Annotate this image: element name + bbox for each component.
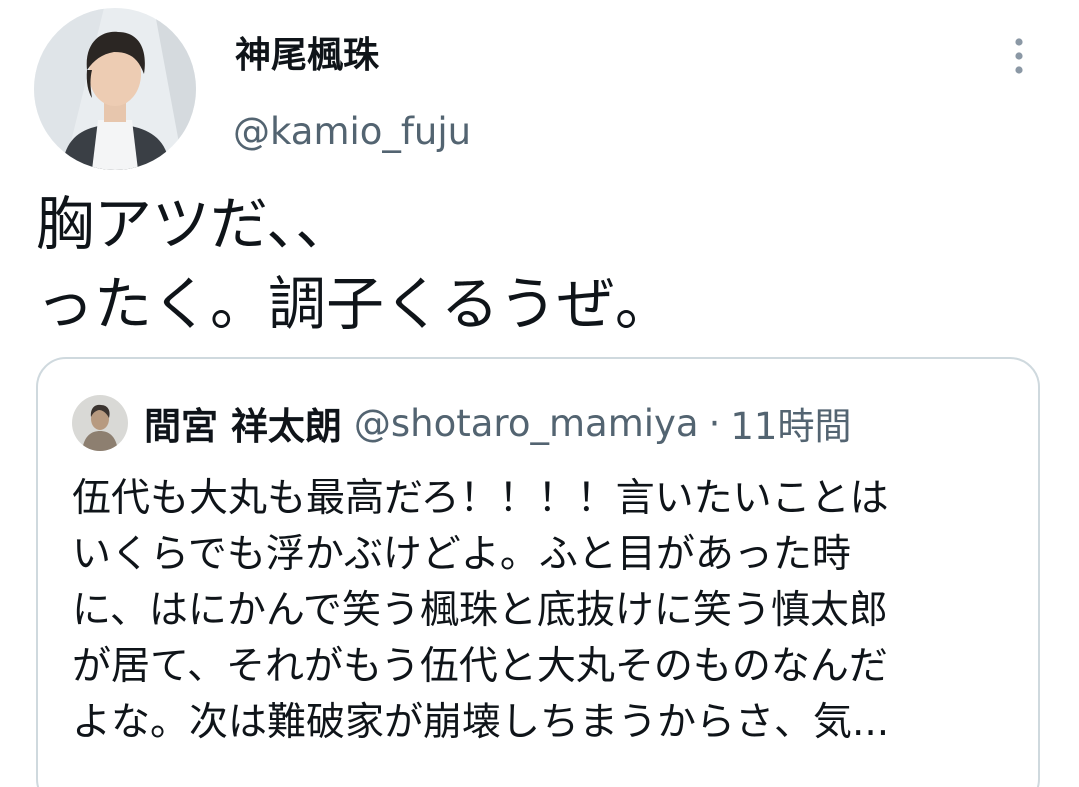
tweet-text-line: 胸アツだ、、 xyxy=(36,190,354,258)
author-handle[interactable]: @kamio_fuju xyxy=(233,109,471,155)
quoted-tweet-card[interactable]: 間宮 祥太朗 @shotaro_mamiya · 11時間 伍代も大丸も最高だろ… xyxy=(36,357,1040,787)
quoted-author-avatar xyxy=(72,395,128,451)
quoted-text-line: よな。次は難破家が崩壊しちまうからさ、気... xyxy=(72,700,890,745)
quoted-text-line: いくらでも浮かぶけどよ。ふと目があった時 xyxy=(72,532,851,577)
author-display-name[interactable]: 神尾楓珠 xyxy=(235,34,379,78)
more-options-button[interactable] xyxy=(1000,34,1038,78)
author-avatar[interactable] xyxy=(34,8,196,170)
quoted-author-handle: @shotaro_mamiya xyxy=(353,401,699,445)
tweet-text: 胸アツだ、、 ったく。調子くるうぜ。 xyxy=(36,184,1036,344)
quoted-author-avatar-image xyxy=(72,395,128,451)
quoted-tweet-text: 伍代も大丸も最高だろ！！！！言いたいことは いくらでも浮かぶけどよ。ふと目があっ… xyxy=(72,471,1012,751)
more-vertical-icon xyxy=(1015,38,1023,74)
tweet: 神尾楓珠 @kamio_fuju 胸アツだ、、 ったく。調子くるうぜ。 間宮 祥… xyxy=(0,0,1079,787)
quoted-text-line: 伍代も大丸も最高だろ！！！！言いたいことは xyxy=(72,476,889,521)
header-separator: · xyxy=(708,401,721,445)
quoted-text-line: が居て、それがもう伍代と大丸そのものなんだ xyxy=(72,644,888,689)
quoted-timestamp: 11時間 xyxy=(730,405,852,448)
quoted-text-line: に、はにかんで笑う楓珠と底抜けに笑う慎太郎 xyxy=(72,588,888,633)
author-avatar-image xyxy=(34,8,196,170)
quoted-author-display-name: 間宮 祥太朗 xyxy=(144,405,342,448)
tweet-text-line: ったく。調子くるうぜ。 xyxy=(36,270,673,338)
quoted-tweet-header: 間宮 祥太朗 @shotaro_mamiya · 11時間 xyxy=(72,395,851,451)
